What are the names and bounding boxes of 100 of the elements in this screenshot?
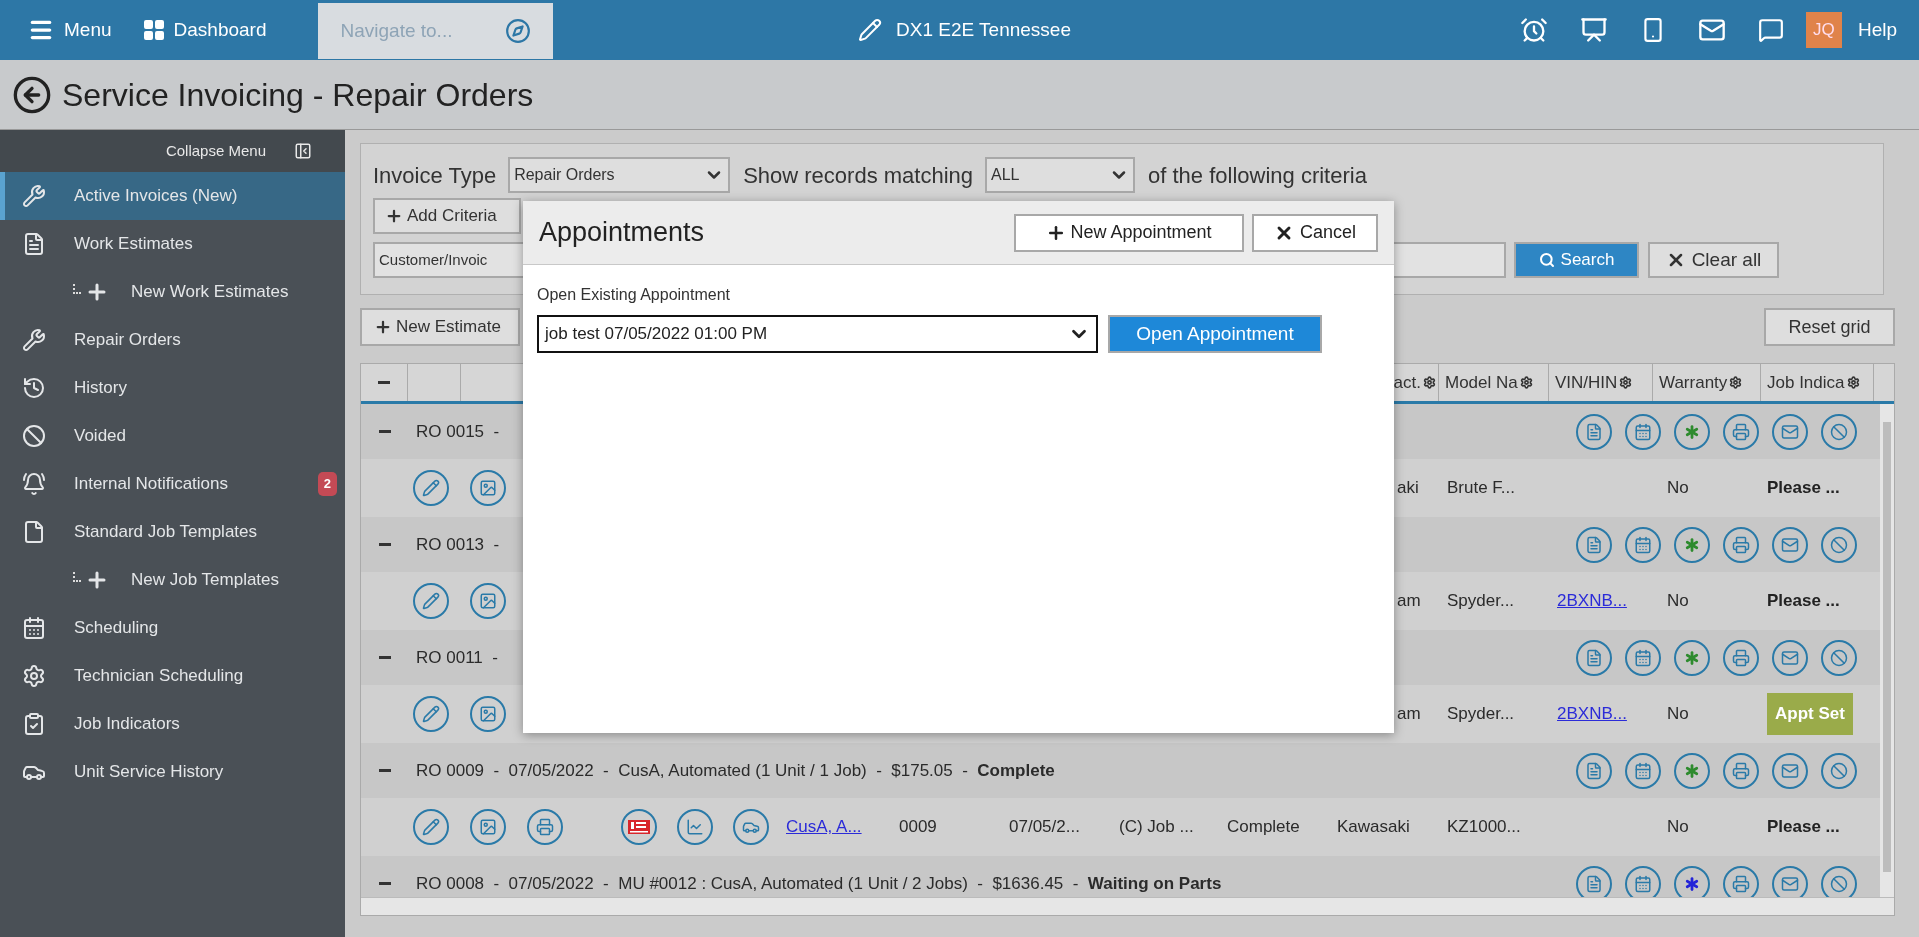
sidebar-item[interactable]: Voided	[0, 412, 345, 460]
table-cell-text: am	[1397, 590, 1421, 613]
mail-button[interactable]	[1772, 639, 1808, 676]
edit-button[interactable]	[413, 583, 449, 619]
image-button[interactable]	[470, 470, 506, 506]
invoice-type-select[interactable]: Repair Orders	[508, 157, 731, 193]
document-button[interactable]	[1576, 639, 1612, 676]
appointment-select[interactable]: job test 07/05/2022 01:00 PM	[537, 315, 1098, 353]
asterisk-button[interactable]	[1674, 413, 1710, 450]
document-icon	[1585, 422, 1603, 441]
mail-button[interactable]	[1772, 413, 1808, 450]
sidebar-item-label: Scheduling	[74, 617, 159, 640]
vertical-scrollbar[interactable]	[1880, 404, 1894, 897]
sidebar-item[interactable]: Unit Service History	[0, 748, 345, 796]
image-button[interactable]	[470, 583, 506, 619]
calendar-button[interactable]	[1625, 752, 1661, 789]
collapse-icon[interactable]	[378, 882, 391, 885]
print-button[interactable]	[1723, 526, 1759, 563]
table-cell-text: No	[1667, 816, 1689, 839]
calendar-button[interactable]	[1625, 526, 1661, 563]
open-appointment-button[interactable]: Open Appointment	[1108, 315, 1322, 353]
column-header[interactable]: Model Na	[1439, 364, 1549, 401]
mail-button[interactable]	[1772, 526, 1808, 563]
clear-all-button[interactable]: Clear all	[1648, 242, 1779, 278]
search-button[interactable]: Search	[1514, 242, 1639, 278]
collapse-icon[interactable]	[294, 142, 312, 160]
print-button[interactable]	[1723, 639, 1759, 676]
asterisk-button[interactable]	[1674, 752, 1710, 789]
chat-icon[interactable]	[1757, 17, 1784, 43]
sidebar-item[interactable]: New Job Templates	[0, 556, 345, 604]
customer-link[interactable]: CusA, A...	[786, 814, 862, 840]
column-header[interactable]: Job Indica	[1761, 364, 1874, 401]
column-header[interactable]: Warranty	[1653, 364, 1761, 401]
sidebar-item[interactable]: Technician Scheduling	[0, 652, 345, 700]
vin-link[interactable]: 2BXNB...	[1557, 701, 1627, 727]
edit-icon	[422, 592, 440, 610]
new-appointment-button[interactable]: New Appointment	[1014, 213, 1244, 252]
edit-button[interactable]	[413, 470, 449, 506]
mail-icon	[1781, 535, 1799, 554]
back-icon[interactable]	[12, 74, 52, 115]
gear-icon[interactable]	[1519, 376, 1533, 389]
edit-button[interactable]	[413, 809, 449, 845]
document-button[interactable]	[1576, 413, 1612, 450]
presentation-icon[interactable]	[1579, 16, 1608, 44]
chart-button[interactable]	[677, 809, 713, 845]
navigate-field[interactable]: Navigate to...	[318, 2, 554, 59]
mail-button[interactable]	[1772, 752, 1808, 789]
brand-logo-button[interactable]	[621, 809, 657, 845]
sidebar-item[interactable]: New Work Estimates	[0, 268, 345, 316]
print-button[interactable]	[1723, 413, 1759, 450]
add-criteria-button[interactable]: Add Criteria	[373, 198, 521, 234]
sidebar-item[interactable]: Repair Orders	[0, 316, 345, 364]
vehicle-button[interactable]	[733, 809, 769, 845]
vin-link[interactable]: 2BXNB...	[1557, 588, 1627, 614]
sidebar-item[interactable]: Work Estimates	[0, 220, 345, 268]
collapse-menu-button[interactable]: Collapse Menu	[165, 139, 266, 163]
image-button[interactable]	[470, 809, 506, 845]
void-icon	[1830, 874, 1848, 893]
collapse-icon[interactable]	[378, 430, 391, 433]
print-button[interactable]	[527, 809, 563, 845]
site-name: DX1 E2E Tennessee	[896, 17, 1071, 42]
void-button[interactable]	[1821, 752, 1857, 789]
reset-grid-button[interactable]: Reset grid	[1764, 308, 1895, 346]
asterisk-button[interactable]	[1674, 526, 1710, 563]
sidebar-item[interactable]: Internal Notifications 2	[0, 460, 345, 508]
asterisk-button[interactable]	[1674, 639, 1710, 676]
horizontal-scrollbar[interactable]	[361, 897, 1894, 915]
edit-button[interactable]	[413, 696, 449, 732]
gear-icon[interactable]	[1846, 376, 1860, 389]
calendar-button[interactable]	[1625, 413, 1661, 450]
menu-button[interactable]: Menu	[28, 15, 112, 45]
gear-icon[interactable]	[1423, 376, 1436, 389]
document-button[interactable]	[1576, 526, 1612, 563]
sidebar-item[interactable]: Standard Job Templates	[0, 508, 345, 556]
alarm-clock-icon[interactable]	[1519, 16, 1548, 44]
sidebar-item[interactable]: Job Indicators	[0, 700, 345, 748]
column-header[interactable]: VIN/HIN	[1549, 364, 1653, 401]
gear-icon[interactable]	[1729, 376, 1743, 389]
cancel-button[interactable]: Cancel	[1252, 213, 1378, 252]
collapse-icon[interactable]	[378, 543, 391, 546]
void-button[interactable]	[1821, 639, 1857, 676]
void-button[interactable]	[1821, 413, 1857, 450]
sidebar-item[interactable]: History	[0, 364, 345, 412]
gear-icon[interactable]	[1619, 376, 1633, 389]
sidebar-item[interactable]: Active Invoices (New)	[0, 172, 345, 220]
match-select[interactable]: ALL	[985, 157, 1135, 193]
image-icon	[479, 592, 497, 610]
dashboard-button[interactable]: Dashboard	[141, 15, 267, 45]
collapse-icon[interactable]	[378, 656, 391, 659]
edit-icon	[422, 818, 440, 836]
sidebar-item[interactable]: Scheduling	[0, 604, 345, 652]
document-button[interactable]	[1576, 752, 1612, 789]
image-button[interactable]	[470, 696, 506, 732]
collapse-icon[interactable]	[378, 769, 391, 772]
help-link[interactable]: Help	[1857, 15, 1897, 45]
calendar-button[interactable]	[1625, 639, 1661, 676]
print-button[interactable]	[1723, 752, 1759, 789]
new-estimate-button[interactable]: New Estimate	[360, 308, 520, 346]
void-button[interactable]	[1821, 526, 1857, 563]
field-label: Show records matching	[743, 161, 973, 190]
